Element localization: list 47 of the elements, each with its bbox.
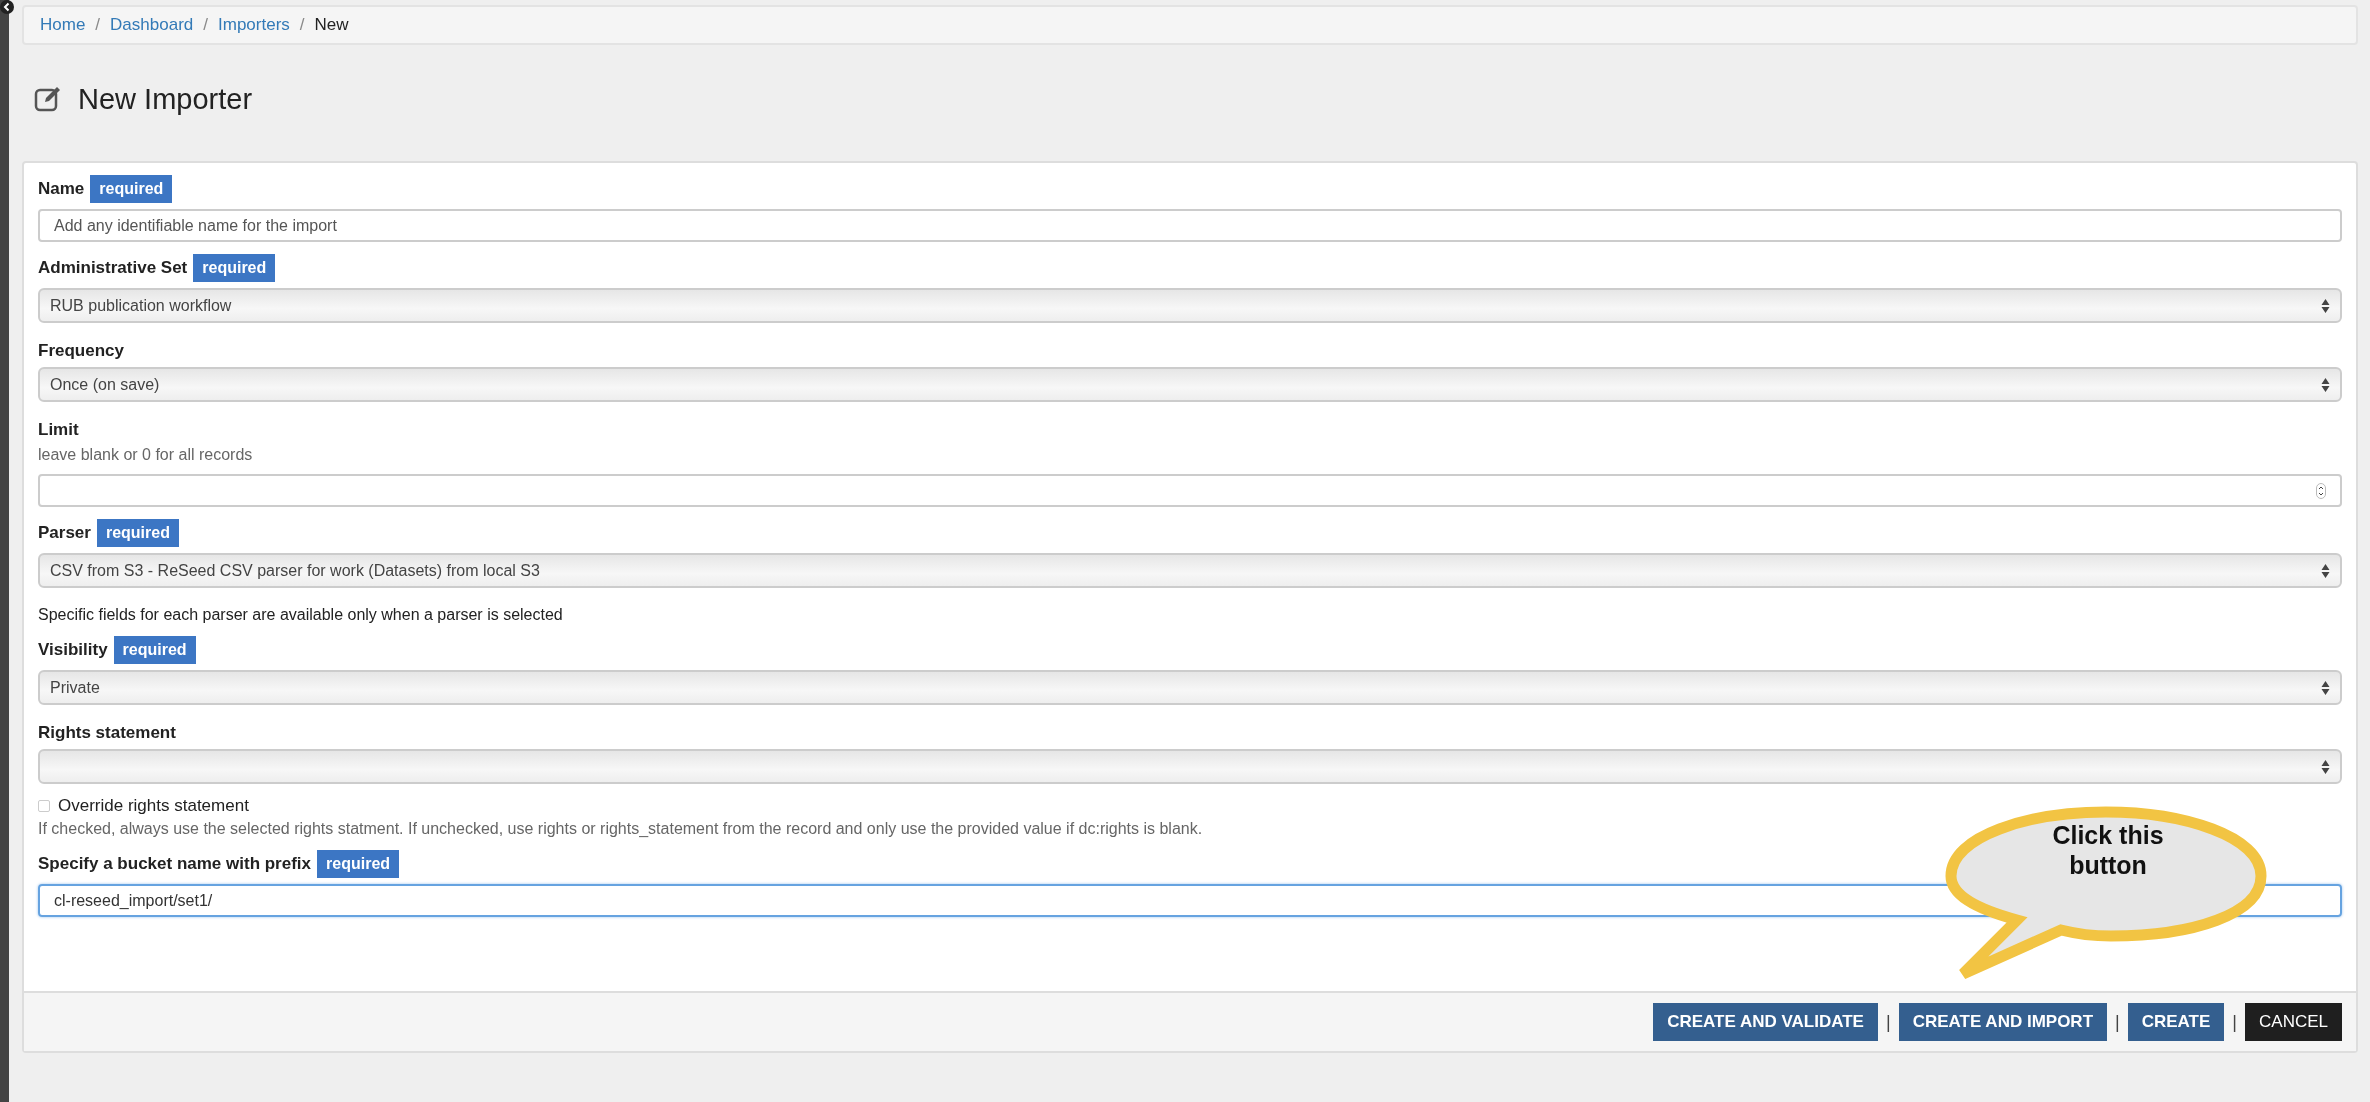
action-button[interactable]: CREATE AND IMPORT [1898,1003,2107,1041]
required-badge: required [113,636,196,664]
field-label: Rights statement [38,723,176,743]
chevron-left-icon[interactable] [0,0,14,14]
field-label: Visibility [38,640,108,660]
spinner-icon [2316,482,2326,499]
button-separator: | [2232,1011,2238,1033]
up-down-arrows-icon [2321,376,2330,393]
action-button[interactable]: CREATE AND VALIDATE [1653,1003,1878,1041]
button-separator: | [1885,1011,1891,1033]
breadcrumb-link[interactable]: Importers [218,15,290,35]
action-button[interactable]: CREATE [2127,1003,2225,1041]
text-input-field[interactable]: Add any identifiable name for the import [38,209,2342,242]
up-down-arrows-icon [2321,758,2330,775]
required-badge: required [317,850,400,878]
callout-text: Click this button [2051,820,2165,880]
help-text: Specific fields for each parser are available only when a parser is selected [38,606,563,624]
button-separator: | [2115,1011,2120,1033]
breadcrumb-link[interactable]: Dashboard [110,15,194,35]
breadcrumb-separator: / [203,15,208,35]
up-down-arrows-icon [2321,297,2330,314]
select-dropdown[interactable]: Private [38,670,2342,705]
field-label: Limit [38,420,79,440]
breadcrumb-link[interactable]: Home [40,15,86,35]
number-input-field[interactable] [38,474,2342,507]
required-badge: required [90,175,173,203]
up-down-arrows-icon [2321,679,2330,696]
help-text: If checked, always use the selected rights statment. If unchecked, use rights or rights_statement from the record and only use the provided value if dc:rights is blank. [38,820,1203,838]
select-dropdown[interactable]: Once (on save) [38,367,2342,402]
checkbox-label: Override rights statement [58,796,249,816]
checkbox[interactable] [38,800,50,812]
field-label: Specify a bucket name with prefix [38,854,312,874]
page-title: New Importer [78,82,253,116]
breadcrumb-separator: / [299,15,305,35]
field-label: Administrative Set [38,258,188,278]
action-button[interactable]: CANCEL [2245,1003,2342,1041]
up-down-arrows-icon [2321,562,2330,579]
field-label: Name [38,179,85,199]
field-label: Frequency [38,341,124,361]
help-text: leave blank or 0 for all records [38,446,253,464]
select-dropdown[interactable]: CSV from S3 - ReSeed CSV parser for work (Datasets) from local S3 [38,553,2342,588]
breadcrumb-separator: / [95,15,101,35]
field-label: Parser [38,523,91,543]
required-badge: required [193,254,276,282]
select-dropdown[interactable]: RUB publication workflow [38,288,2342,323]
required-badge: required [96,519,179,547]
select-dropdown[interactable] [38,749,2342,784]
